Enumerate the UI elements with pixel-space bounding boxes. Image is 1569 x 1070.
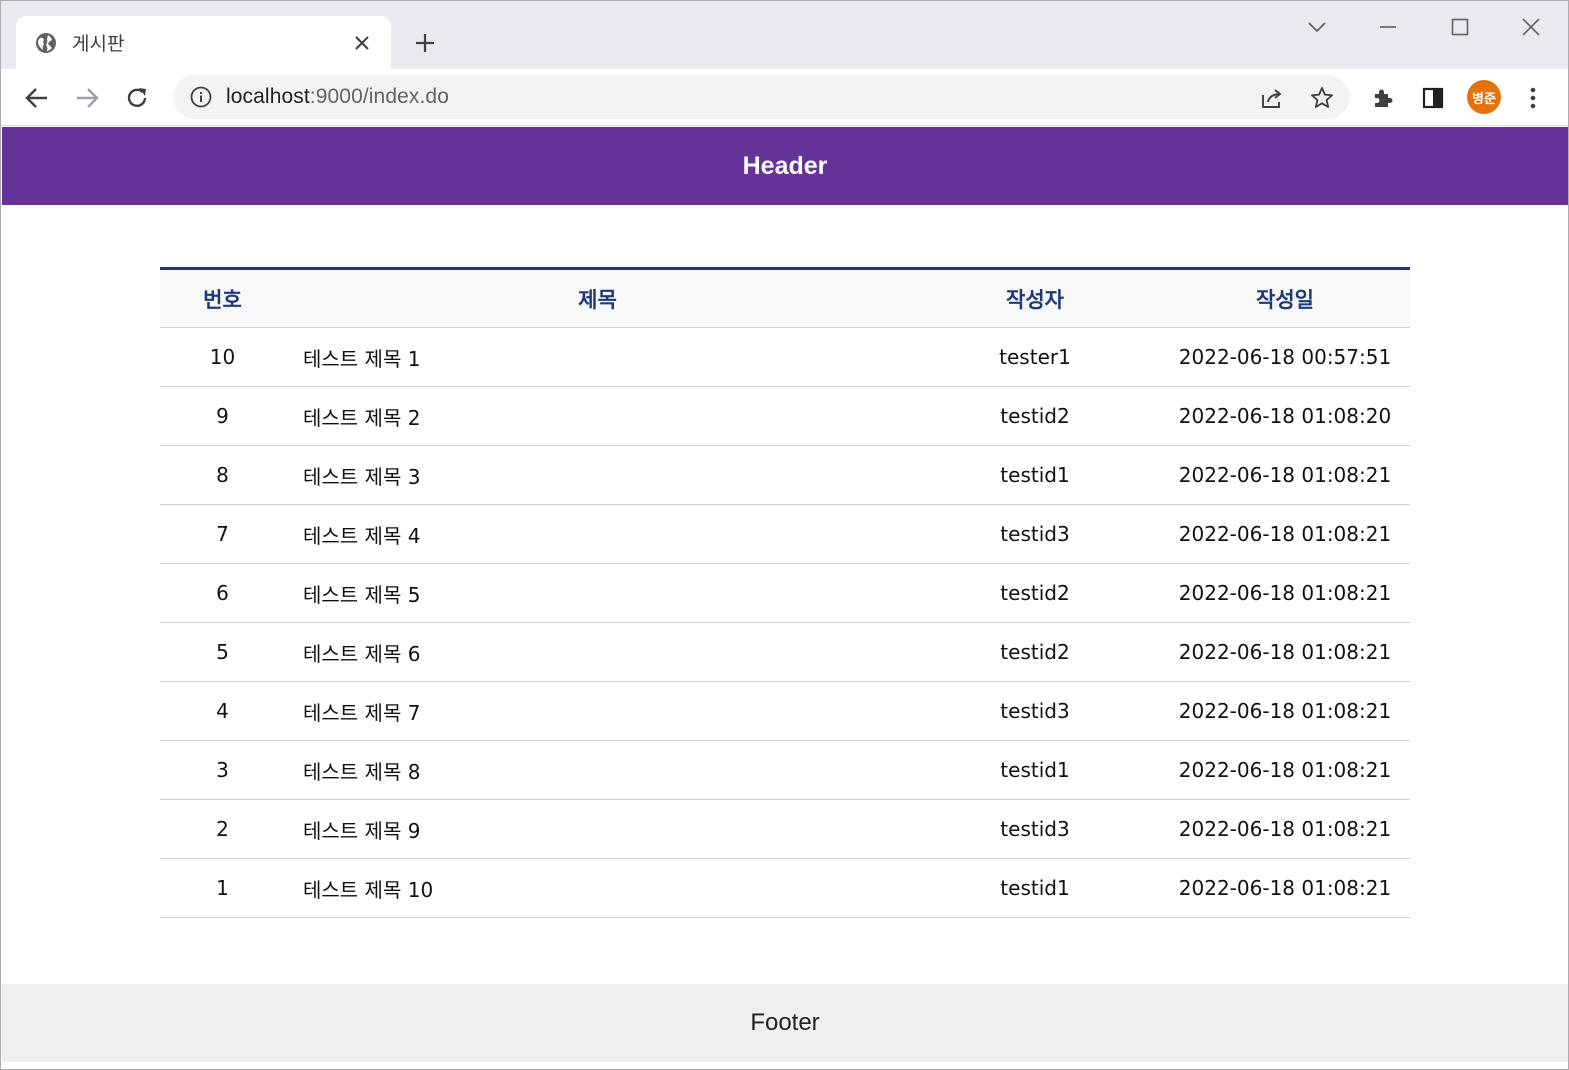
post-title-link[interactable]: 테스트 제목 3 (285, 445, 910, 505)
post-date: 2022-06-18 01:08:21 (1160, 799, 1410, 859)
post-date: 2022-06-18 01:08:20 (1160, 386, 1410, 446)
table-row[interactable]: 1 테스트 제목 10 testid1 2022-06-18 01:08:21 (160, 858, 1410, 918)
table-header-row: 번호 제목 작성자 작성일 (160, 268, 1410, 328)
post-writer: testid2 (910, 622, 1160, 682)
url-host: localhost (226, 85, 310, 108)
post-date: 2022-06-18 01:08:21 (1160, 740, 1410, 800)
post-writer: testid3 (910, 504, 1160, 564)
column-header-date: 작성일 (1160, 268, 1410, 328)
column-header-title: 제목 (285, 268, 910, 328)
post-date: 2022-06-18 01:08:21 (1160, 504, 1410, 564)
table-row[interactable]: 2 테스트 제목 9 testid3 2022-06-18 01:08:21 (160, 799, 1410, 859)
post-title-link[interactable]: 테스트 제목 1 (285, 327, 910, 387)
tab-strip: 게시판 (1, 1, 1568, 69)
window-close-icon[interactable] (1513, 9, 1549, 45)
post-no: 9 (160, 386, 285, 446)
post-writer: tester1 (910, 327, 1160, 387)
new-tab-button[interactable] (409, 27, 441, 59)
post-date: 2022-06-18 01:08:21 (1160, 445, 1410, 505)
globe-icon (34, 31, 58, 55)
post-writer: testid1 (910, 740, 1160, 800)
post-no: 2 (160, 799, 285, 859)
side-panel-icon[interactable] (1414, 79, 1452, 117)
page-content: Header 번호 제목 작성자 작성일 10 테스트 제목 1 tester1… (2, 127, 1568, 1069)
table-row[interactable]: 7 테스트 제목 4 testid3 2022-06-18 01:08:21 (160, 504, 1410, 564)
star-icon[interactable] (1308, 84, 1336, 112)
site-footer: Footer (2, 984, 1568, 1062)
post-no: 4 (160, 681, 285, 741)
browser-window: 게시판 localhost:9000/index.do 병준 Header 번호… (0, 0, 1569, 1070)
post-title-link[interactable]: 테스트 제목 10 (285, 858, 910, 918)
board-table: 번호 제목 작성자 작성일 10 테스트 제목 1 tester1 2022-0… (160, 267, 1410, 918)
post-date: 2022-06-18 01:08:21 (1160, 681, 1410, 741)
table-row[interactable]: 4 테스트 제목 7 testid3 2022-06-18 01:08:21 (160, 681, 1410, 741)
table-row[interactable]: 3 테스트 제목 8 testid1 2022-06-18 01:08:21 (160, 740, 1410, 800)
address-bar[interactable]: localhost:9000/index.do (173, 75, 1350, 119)
close-icon[interactable] (349, 30, 375, 56)
post-no: 5 (160, 622, 285, 682)
back-icon[interactable] (18, 79, 56, 117)
post-writer: testid1 (910, 858, 1160, 918)
column-header-no: 번호 (160, 268, 285, 328)
maximize-icon[interactable] (1442, 9, 1478, 45)
url-text[interactable]: localhost:9000/index.do (226, 85, 449, 109)
table-row[interactable]: 10 테스트 제목 1 tester1 2022-06-18 00:57:51 (160, 327, 1410, 387)
post-title-link[interactable]: 테스트 제목 5 (285, 563, 910, 623)
post-title-link[interactable]: 테스트 제목 6 (285, 622, 910, 682)
post-title-link[interactable]: 테스트 제목 8 (285, 740, 910, 800)
table-row[interactable]: 5 테스트 제목 6 testid2 2022-06-18 01:08:21 (160, 622, 1410, 682)
site-header: Header (2, 127, 1568, 205)
extensions-icon[interactable] (1364, 79, 1402, 117)
table-row[interactable]: 9 테스트 제목 2 testid2 2022-06-18 01:08:20 (160, 386, 1410, 446)
column-header-writer: 작성자 (910, 268, 1160, 328)
post-writer: testid1 (910, 445, 1160, 505)
post-writer: testid3 (910, 681, 1160, 741)
browser-toolbar: localhost:9000/index.do (1, 69, 1568, 126)
post-title-link[interactable]: 테스트 제목 7 (285, 681, 910, 741)
post-no: 10 (160, 327, 285, 387)
profile-avatar[interactable]: 병준 (1467, 80, 1501, 114)
info-icon[interactable] (189, 85, 213, 109)
table-row[interactable]: 8 테스트 제목 3 testid1 2022-06-18 01:08:21 (160, 445, 1410, 505)
post-no: 8 (160, 445, 285, 505)
share-icon[interactable] (1258, 84, 1286, 112)
post-date: 2022-06-18 01:08:21 (1160, 563, 1410, 623)
post-no: 3 (160, 740, 285, 800)
post-title-link[interactable]: 테스트 제목 2 (285, 386, 910, 446)
post-no: 6 (160, 563, 285, 623)
post-writer: testid2 (910, 563, 1160, 623)
forward-icon[interactable] (68, 79, 106, 117)
tab-board[interactable]: 게시판 (16, 16, 391, 69)
tab-search-icon[interactable] (1299, 9, 1335, 45)
reload-icon[interactable] (118, 79, 156, 117)
post-title-link[interactable]: 테스트 제목 9 (285, 799, 910, 859)
url-path: :9000/index.do (309, 85, 449, 108)
table-row[interactable]: 6 테스트 제목 5 testid2 2022-06-18 01:08:21 (160, 563, 1410, 623)
post-writer: testid3 (910, 799, 1160, 859)
post-no: 1 (160, 858, 285, 918)
tab-title: 게시판 (72, 34, 125, 55)
minimize-icon[interactable] (1370, 9, 1406, 45)
post-date: 2022-06-18 01:08:21 (1160, 858, 1410, 918)
post-title-link[interactable]: 테스트 제목 4 (285, 504, 910, 564)
post-date: 2022-06-18 01:08:21 (1160, 622, 1410, 682)
post-date: 2022-06-18 00:57:51 (1160, 327, 1410, 387)
menu-icon[interactable] (1514, 79, 1552, 117)
post-writer: testid2 (910, 386, 1160, 446)
post-no: 7 (160, 504, 285, 564)
